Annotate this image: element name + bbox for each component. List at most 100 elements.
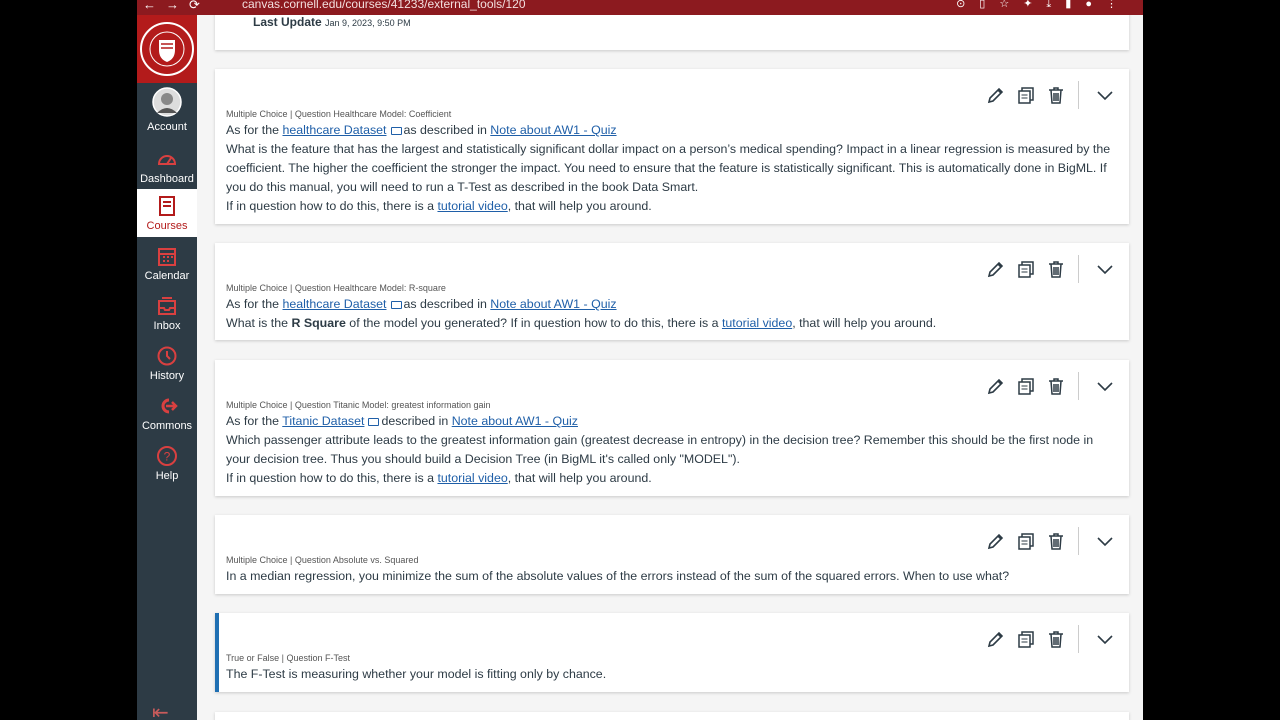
question-card[interactable]: Multiple Choice | Question Healthcare Mo…: [215, 69, 1129, 224]
question-body: As for the Titanic Dataset described in N…: [226, 412, 1119, 488]
trash-icon[interactable]: [1046, 531, 1066, 551]
browser-toolbar: ←→⟳ canvas.cornell.edu/courses/41233/ext…: [137, 0, 1143, 15]
question-actions: [976, 81, 1115, 109]
nav-calendar[interactable]: Calendar: [137, 245, 197, 295]
question-card[interactable]: Multiple Choice | Question Healthcare Mo…: [215, 243, 1129, 340]
question-actions: [976, 372, 1115, 400]
edit-pencil-icon[interactable]: [986, 629, 1006, 649]
dataset-link[interactable]: healthcare Dataset: [282, 297, 386, 311]
text: , that will help you around.: [507, 199, 652, 213]
copy-icon[interactable]: [1016, 629, 1036, 649]
nav-label: History: [149, 370, 185, 382]
text: What is the: [226, 316, 288, 330]
question-text: What is the feature that has the largest…: [226, 142, 1111, 194]
chevron-down-icon[interactable]: [1095, 629, 1115, 649]
copy-icon[interactable]: [1016, 259, 1036, 279]
question-text: In a median regression, you minimize the…: [226, 569, 1010, 583]
inbox-icon: [158, 297, 176, 315]
nav-label: Calendar: [144, 270, 190, 282]
question-card[interactable]: [215, 712, 1129, 720]
bold-term: R Square: [291, 316, 346, 330]
text: As for the: [226, 123, 280, 137]
question-meta: Multiple Choice | Question Healthcare Mo…: [226, 283, 446, 293]
browser-nav-buttons[interactable]: ←→⟳: [143, 0, 210, 13]
tutorial-video-link[interactable]: tutorial video: [437, 471, 507, 485]
text: , that will help you around.: [507, 471, 652, 485]
browser-extension-icons[interactable]: ⊙▯☆✦⤓▮●⋮: [956, 0, 1131, 11]
nav-account[interactable]: Account: [137, 87, 197, 137]
question-actions: [976, 625, 1115, 653]
question-body: As for the healthcare Dataset as describe…: [226, 295, 1119, 333]
divider: [1078, 81, 1079, 109]
question-actions: [976, 255, 1115, 283]
question-card[interactable]: Multiple Choice | Question Titanic Model…: [215, 360, 1129, 496]
copy-icon[interactable]: [1016, 531, 1036, 551]
note-link[interactable]: Note about AW1 - Quiz: [490, 297, 616, 311]
question-meta: True or False | Question F-Test: [226, 653, 351, 663]
note-link[interactable]: Note about AW1 - Quiz: [452, 414, 578, 428]
nav-label: Account: [147, 121, 187, 133]
question-body: As for the healthcare Dataset as describe…: [226, 121, 1119, 216]
divider: [1078, 255, 1079, 283]
quiz-details-card: Last Update Jan 9, 2023, 9:50 PM: [215, 15, 1129, 50]
question-text: Which passenger attribute leads to the g…: [226, 433, 1094, 466]
trash-icon[interactable]: [1046, 629, 1066, 649]
dataset-link[interactable]: healthcare Dataset: [282, 123, 386, 137]
nav-courses[interactable]: Courses: [137, 189, 197, 237]
address-bar[interactable]: canvas.cornell.edu/courses/41233/externa…: [242, 0, 526, 11]
edit-pencil-icon[interactable]: [986, 259, 1006, 279]
last-update-time: Jan 9, 2023, 9:50 PM: [325, 18, 411, 28]
nav-label: Inbox: [153, 320, 181, 332]
nav-label: Help: [155, 470, 179, 482]
trash-icon[interactable]: [1046, 85, 1066, 105]
edit-pencil-icon[interactable]: [986, 531, 1006, 551]
last-update-label: Last Update: [253, 15, 322, 29]
text: described in: [381, 414, 449, 428]
text: If in question how to do this, there is …: [226, 471, 435, 485]
chevron-down-icon[interactable]: [1095, 85, 1115, 105]
help-icon: ?: [157, 446, 177, 466]
nav-commons[interactable]: Commons: [137, 395, 197, 445]
nav-label: Courses: [146, 220, 188, 232]
nav-inbox[interactable]: Inbox: [137, 295, 197, 345]
dataset-link[interactable]: Titanic Dataset: [282, 414, 364, 428]
text: As for the: [226, 414, 280, 428]
tutorial-video-link[interactable]: tutorial video: [722, 316, 792, 330]
question-body: In a median regression, you minimize the…: [226, 567, 1119, 586]
global-nav-sidebar: Account Dashboard Courses Calendar Inbox…: [137, 15, 197, 720]
copy-icon[interactable]: [1016, 376, 1036, 396]
note-link[interactable]: Note about AW1 - Quiz: [490, 123, 616, 137]
chevron-down-icon[interactable]: [1095, 376, 1115, 396]
trash-icon[interactable]: [1046, 376, 1066, 396]
question-meta: Multiple Choice | Question Titanic Model…: [226, 400, 491, 410]
text: of the model you generated? If in questi…: [349, 316, 719, 330]
external-file-icon: [390, 300, 402, 309]
question-text: The F-Test is measuring whether your mod…: [226, 667, 607, 681]
tutorial-video-link[interactable]: tutorial video: [437, 199, 507, 213]
edit-pencil-icon[interactable]: [986, 376, 1006, 396]
text: as described in: [403, 297, 487, 311]
text: as described in: [403, 123, 487, 137]
quiz-question-list: Last Update Jan 9, 2023, 9:50 PM Multipl…: [197, 15, 1143, 720]
text: , that will help you around.: [792, 316, 937, 330]
cornell-logo[interactable]: [137, 15, 197, 83]
nav-help[interactable]: ? Help: [137, 445, 197, 495]
question-card[interactable]: True or False | Question F-Test The F-Te…: [215, 613, 1129, 692]
question-card[interactable]: Multiple Choice | Question Absolute vs. …: [215, 515, 1129, 594]
dashboard-icon: [157, 155, 177, 165]
last-update: Last Update Jan 9, 2023, 9:50 PM: [253, 15, 411, 29]
nav-label: Commons: [141, 420, 193, 432]
divider: [1078, 372, 1079, 400]
calendar-icon: [158, 248, 176, 266]
copy-icon[interactable]: [1016, 85, 1036, 105]
question-meta: Multiple Choice | Question Absolute vs. …: [226, 555, 419, 565]
chevron-down-icon[interactable]: [1095, 531, 1115, 551]
nav-history[interactable]: History: [137, 345, 197, 395]
collapse-nav-icon[interactable]: ⇤: [152, 700, 169, 720]
edit-pencil-icon[interactable]: [986, 85, 1006, 105]
trash-icon[interactable]: [1046, 259, 1066, 279]
text: If in question how to do this, there is …: [226, 199, 435, 213]
chevron-down-icon[interactable]: [1095, 259, 1115, 279]
courses-icon: [159, 196, 175, 216]
question-body: The F-Test is measuring whether your mod…: [226, 665, 1119, 684]
